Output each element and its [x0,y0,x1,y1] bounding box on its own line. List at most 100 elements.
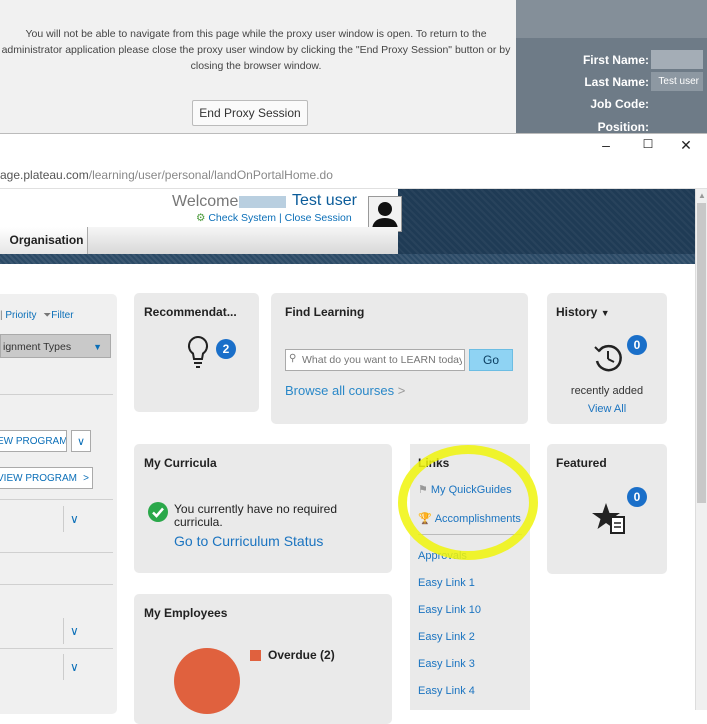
column-divider [63,654,64,680]
recently-added-label: recently added [570,385,644,397]
profile-first-name-row: First Name: [516,49,707,71]
assignment-types-label: ignment Types [3,341,72,353]
history-label: History [556,305,598,319]
links-divider [418,534,522,535]
scroll-thumb[interactable] [697,203,706,503]
minimize-button[interactable]: – [594,137,618,153]
row-divider [0,552,113,553]
link-easy-link-3[interactable]: Easy Link 3 [418,658,475,670]
view-program-button[interactable]: VIEW PROGRAM > [0,467,93,489]
app-header: Welcome Test user ⚙ Check System | Close… [0,189,695,254]
scroll-up-icon[interactable]: ▲ [696,191,707,200]
featured-count-badge: 0 [627,487,647,507]
sort-filter-bar: | Priority ⏷Filter [0,310,74,321]
url-path: /learning/user/personal/landOnPortalHome… [88,168,333,182]
browse-all-courses-link[interactable]: Browse all courses > [285,383,405,398]
close-session-link[interactable]: Close Session [285,212,352,224]
person-icon [372,202,398,231]
my-employees-title: My Employees [144,606,228,620]
overdue-slice[interactable] [174,648,240,714]
row-divider [0,584,113,585]
proxy-message: You will not be able to navigate from th… [1,28,511,72]
last-name-value: Test user [651,72,703,91]
vertical-scrollbar[interactable]: ▲ [695,189,707,710]
profile-header [516,0,707,38]
history-clock-icon [594,344,622,372]
view-program-button[interactable]: EW PROGRAM [0,430,67,452]
chevron-down-icon[interactable]: ∨ [70,660,79,674]
featured-card: Featured 0 [547,444,667,574]
employees-pie-chart[interactable] [172,646,242,716]
tab-organisation[interactable]: Organisation [0,227,88,254]
url-text: age.plateau.com/learning/user/personal/l… [0,168,333,182]
link-easy-link-4[interactable]: Easy Link 4 [418,685,475,697]
close-window-button[interactable]: ✕ [674,137,698,154]
featured-title: Featured [556,456,607,470]
chevron-right-icon: > [397,383,406,398]
url-host: age.plateau.com [0,168,89,182]
priority-link[interactable]: Priority [5,310,36,321]
row-divider [0,394,113,395]
maximize-button[interactable]: ☐ [636,137,660,151]
chevron-down-icon[interactable]: ∨ [70,624,79,638]
search-input[interactable] [285,349,465,371]
first-name-label: First Name: [582,53,649,67]
column-divider [63,506,64,532]
recommendations-count-badge: 2 [216,339,236,359]
check-circle-icon [148,502,168,522]
link-accomplishments[interactable]: 🏆 Accomplishments [418,512,521,525]
trophy-icon: 🏆 [418,513,432,525]
go-button[interactable]: Go [469,349,513,371]
chevron-down-icon[interactable]: ∨ [70,512,79,526]
address-bar[interactable]: age.plateau.com/learning/user/personal/l… [0,162,707,189]
find-learning-card: Find Learning ⚲ Go Browse all courses > [271,293,528,424]
link-label: My QuickGuides [430,484,512,496]
overdue-legend-label: Overdue (2) [268,648,335,662]
history-card: History ▼ 0 recently added View All [547,293,667,424]
main-content: | Priority ⏷Filter ignment Types ▼ EW PR… [0,264,695,724]
view-program-label: VIEW PROGRAM [0,473,78,484]
profile-last-name-row: Last Name: Test user [516,71,707,93]
browse-all-courses-label: Browse all courses [285,383,395,398]
my-employees-card: My Employees Overdue (2) [134,594,392,724]
chevron-right-icon: > [83,473,89,484]
my-curricula-card: My Curricula You currently have no requi… [134,444,392,573]
link-my-quickguides[interactable]: ⚑ My QuickGuides [418,483,512,496]
curriculum-status-link[interactable]: Go to Curriculum Status [174,533,323,549]
welcome-area: Welcome Test user ⚙ Check System | Close… [0,189,402,254]
end-proxy-session-button[interactable]: End Proxy Session [192,100,308,126]
assignment-types-select[interactable]: ignment Types ▼ [0,334,111,358]
window-controls: – ☐ ✕ [0,134,707,162]
session-separator: | [278,212,282,224]
learning-plan-panel: | Priority ⏷Filter ignment Types ▼ EW PR… [0,294,117,714]
check-system-link[interactable]: Check System [208,212,276,224]
column-divider [63,618,64,644]
profile-position-row: Position: [516,116,707,133]
check-system-icon: ⚙ [196,212,206,224]
link-approvals[interactable]: Approvals [418,550,467,562]
history-title[interactable]: History ▼ [556,305,610,319]
recommendations-title: Recommendat... [144,305,237,319]
signpost-icon: ⚑ [418,484,428,496]
job-code-label: Job Code: [590,97,649,111]
link-easy-link-1[interactable]: Easy Link 1 [418,577,475,589]
caret-down-icon: ▼ [600,308,610,318]
session-links: ⚙ Check System | Close Session [196,212,352,224]
overdue-legend-swatch [250,650,261,661]
link-easy-link-2[interactable]: Easy Link 2 [418,631,475,643]
find-learning-title: Find Learning [285,305,365,319]
proxy-user-profile: First Name: Last Name: Test user Job Cod… [516,0,707,133]
position-label: Position: [597,120,649,133]
history-count-badge: 0 [627,335,647,355]
welcome-label: Welcome [172,193,239,210]
redacted-name [239,196,286,208]
chevron-down-icon: ▼ [93,342,102,352]
recommendations-card[interactable]: Recommendat... 2 [134,293,259,412]
filter-link[interactable]: Filter [51,310,73,321]
view-all-link[interactable]: View All [547,403,667,415]
link-easy-link-10[interactable]: Easy Link 10 [418,604,481,616]
link-label: Accomplishments [434,513,521,525]
first-name-value [651,50,703,69]
header-stripe [0,254,695,264]
chevron-down-icon[interactable]: ∨ [71,430,91,452]
